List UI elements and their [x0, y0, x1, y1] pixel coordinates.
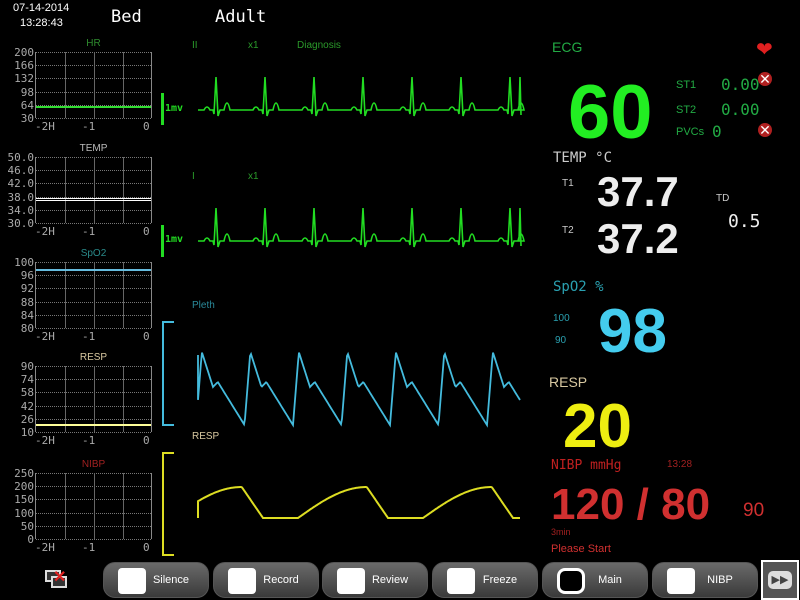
- t2-label: T2: [562, 225, 574, 236]
- button-label: Main: [598, 574, 622, 586]
- button-label: Review: [371, 574, 409, 586]
- ecg1-waveform: [198, 76, 525, 117]
- network-disconnected-icon[interactable]: ✕: [45, 570, 69, 590]
- spo2-low-limit: 90: [555, 335, 567, 346]
- t1-value: 37.7: [597, 168, 679, 215]
- nibp-separator: /: [636, 480, 649, 529]
- resp-label[interactable]: RESP: [549, 374, 587, 390]
- main-screen-icon: [557, 568, 585, 594]
- main-button[interactable]: Main: [542, 562, 648, 598]
- st2-value: 0.00: [721, 100, 760, 119]
- td-value: 0.5: [728, 211, 761, 232]
- temp-label-text: TEMP: [553, 150, 587, 166]
- freeze-button[interactable]: Freeze: [432, 562, 538, 598]
- nibp-interval: 3min: [551, 527, 571, 537]
- pleth-waveform: [197, 351, 521, 428]
- fast-forward-icon: ▶▶: [768, 571, 792, 589]
- spo2-label-text: SpO2: [553, 279, 587, 295]
- spo2-unit: %: [595, 279, 604, 295]
- heart-icon: ❤: [756, 39, 773, 61]
- button-label: Record: [263, 574, 299, 586]
- temp-unit: °C: [595, 150, 613, 166]
- button-label: Silence: [152, 574, 190, 586]
- pvcs-value: 0: [712, 122, 722, 141]
- ecg2-scale-bar: [161, 225, 164, 257]
- resp-waveform: [197, 486, 520, 519]
- record-icon: [228, 568, 256, 594]
- button-label: NIBP: [707, 574, 733, 586]
- next-page-button[interactable]: ▶▶: [761, 560, 799, 600]
- review-button[interactable]: Review: [322, 562, 428, 598]
- spo2-value: 98: [598, 297, 667, 366]
- review-icon: [337, 568, 365, 594]
- nibp-systolic: 120: [551, 480, 625, 529]
- silence-button[interactable]: Silence: [103, 562, 209, 598]
- nibp-label[interactable]: NIBP mmHg: [551, 458, 621, 473]
- st1-label: ST1: [676, 79, 697, 91]
- nibp-label-text: NIBP: [551, 458, 583, 473]
- record-button[interactable]: Record: [213, 562, 319, 598]
- st1-value: 0.00: [721, 75, 760, 94]
- t1-label: T1: [562, 178, 574, 189]
- nibp-status: Please Start: [551, 543, 611, 555]
- resp-scale-bracket: [162, 452, 174, 556]
- ecg2-waveform: [198, 207, 525, 248]
- st2-label: ST2: [676, 104, 697, 116]
- ecg1-scale-bar: [161, 93, 164, 125]
- alarm-silence-icon: [118, 568, 146, 594]
- freeze-icon: [447, 568, 475, 594]
- nibp-time: 13:28: [667, 459, 693, 470]
- st-alarm-off-icon[interactable]: ✕: [758, 72, 772, 86]
- nibp-diastolic: 80: [661, 480, 711, 529]
- temp-label[interactable]: TEMP °C: [553, 150, 612, 166]
- ecg-label[interactable]: ECG: [552, 39, 582, 55]
- t2-value: 37.2: [597, 215, 679, 262]
- button-label: Freeze: [482, 574, 518, 586]
- pleth-scale-bracket: [162, 321, 174, 426]
- pvcs-label: PVCs: [676, 126, 705, 138]
- spo2-high-limit: 100: [553, 313, 570, 324]
- pvcs-alarm-off-icon[interactable]: ✕: [758, 123, 772, 137]
- nibp-button[interactable]: NIBP: [652, 562, 758, 598]
- resp-rate-value: 20: [563, 392, 632, 461]
- nibp-unit: mmHg: [590, 458, 622, 473]
- nibp-mean: 90: [743, 500, 765, 521]
- td-label: TD: [716, 193, 730, 204]
- nibp-reading: 120 / 80: [551, 481, 710, 529]
- spo2-label[interactable]: SpO2 %: [553, 279, 604, 295]
- heart-rate-value: 60: [568, 70, 653, 155]
- nibp-cuff-icon: [667, 568, 695, 594]
